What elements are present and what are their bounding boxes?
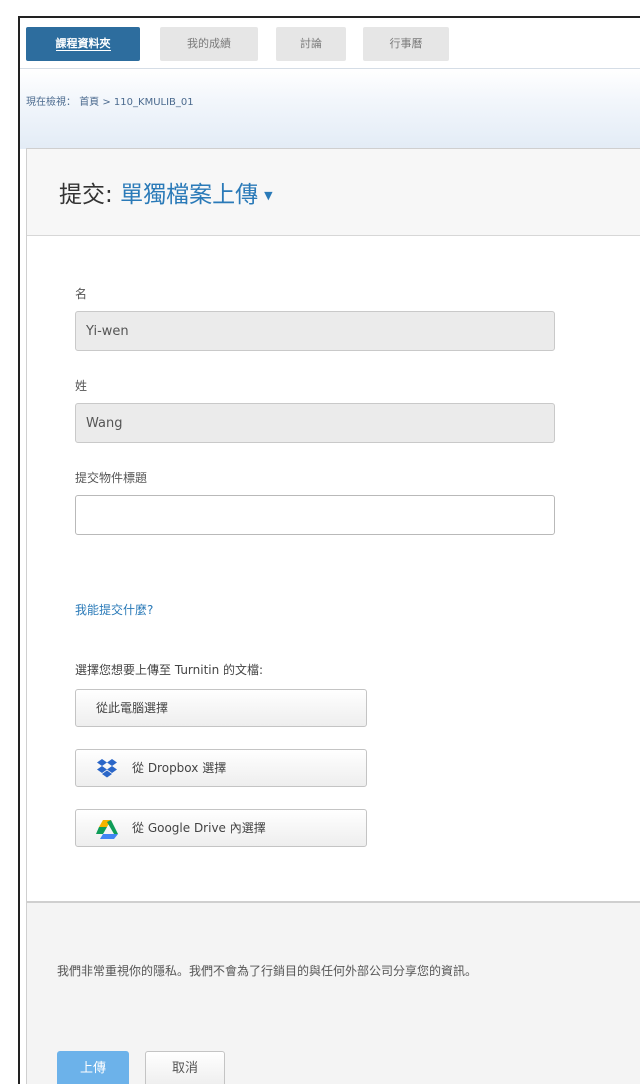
privacy-notice: 我們非常重視你的隱私。我們不會為了行銷目的與任何外部公司分享您的資訊。 bbox=[57, 964, 478, 978]
page-frame: 課程資料夾 我的成績 討論 行事曆 現在檢視： 首頁 > 110_KMULIB_… bbox=[18, 16, 640, 1084]
last-name-field[interactable] bbox=[75, 403, 555, 443]
submission-title-label: 提交物件標題 bbox=[75, 471, 148, 485]
choose-from-google-drive-label: 從 Google Drive 內選擇 bbox=[132, 821, 266, 835]
upload-button[interactable]: 上傳 bbox=[57, 1051, 129, 1084]
first-name-label: 名 bbox=[75, 287, 88, 301]
tab-calendar[interactable]: 行事曆 bbox=[363, 27, 449, 61]
choose-from-computer-button[interactable]: 從此電腦選擇 bbox=[75, 689, 367, 727]
tab-discussion[interactable]: 討論 bbox=[276, 27, 346, 61]
choose-from-dropbox-label: 從 Dropbox 選擇 bbox=[132, 761, 227, 775]
breadcrumb: 現在檢視： 首頁 > 110_KMULIB_01 bbox=[26, 93, 194, 108]
submission-title-field[interactable] bbox=[75, 495, 555, 535]
last-name-label: 姓 bbox=[75, 379, 88, 393]
breadcrumb-bar: 現在檢視： 首頁 > 110_KMULIB_01 bbox=[20, 68, 640, 149]
choose-from-google-drive-button[interactable]: 從 Google Drive 內選擇 bbox=[75, 809, 367, 847]
submission-type-dropdown[interactable]: 單獨檔案上傳 ▼ bbox=[120, 182, 272, 208]
cancel-button[interactable]: 取消 bbox=[145, 1051, 225, 1084]
submission-footer: 我們非常重視你的隱私。我們不會為了行銷目的與任何外部公司分享您的資訊。 上傳 取… bbox=[27, 901, 640, 1084]
tab-course-folder-label: 課程資料夾 bbox=[55, 37, 111, 51]
submission-header: 提交: 單獨檔案上傳 ▼ bbox=[27, 149, 640, 236]
what-can-i-submit-link[interactable]: 我能提交什麼? bbox=[75, 601, 153, 618]
breadcrumb-prefix: 現在檢視： bbox=[26, 97, 76, 108]
submission-type-label: 單獨檔案上傳 bbox=[120, 182, 259, 208]
breadcrumb-path[interactable]: 首頁 > 110_KMULIB_01 bbox=[79, 97, 193, 108]
tab-course-folder[interactable]: 課程資料夾 bbox=[26, 27, 140, 61]
page-title: 提交: 單獨檔案上傳 ▼ bbox=[59, 175, 273, 209]
heading-prefix: 提交: bbox=[59, 182, 113, 208]
caret-down-icon: ▼ bbox=[264, 189, 273, 202]
first-name-field[interactable] bbox=[75, 311, 555, 351]
submission-card: 提交: 單獨檔案上傳 ▼ 名 姓 提交物件標題 我能提交什麼? 選擇您想要上傳至 … bbox=[26, 148, 640, 1084]
choose-file-label: 選擇您想要上傳至 Turnitin 的文檔: bbox=[75, 663, 264, 677]
dropbox-icon bbox=[97, 759, 117, 778]
tab-my-grades[interactable]: 我的成績 bbox=[160, 27, 258, 61]
choose-from-computer-label: 從此電腦選擇 bbox=[96, 701, 169, 715]
google-drive-icon bbox=[96, 820, 118, 839]
top-navigation: 課程資料夾 我的成績 討論 行事曆 bbox=[20, 18, 640, 68]
choose-from-dropbox-button[interactable]: 從 Dropbox 選擇 bbox=[75, 749, 367, 787]
